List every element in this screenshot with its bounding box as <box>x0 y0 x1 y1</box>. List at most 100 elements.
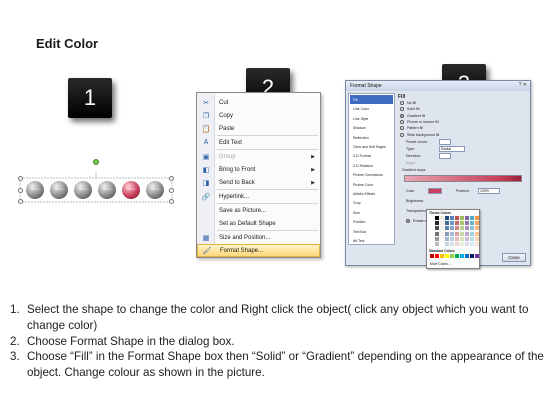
shape-group[interactable]: Text 1 Text 2 Text 3 Text 4 Text 5 Text … <box>18 159 174 204</box>
theme-color-swatch[interactable] <box>455 242 459 246</box>
menu-item-format-shape[interactable]: 🖌 Format Shape... <box>197 244 320 257</box>
theme-color-swatch[interactable] <box>455 221 459 226</box>
menu-item-bring-to-front[interactable]: ◧ Bring to Front ▶ <box>197 163 320 176</box>
category-alt-text[interactable]: Alt Text <box>350 236 393 245</box>
more-colors-link[interactable]: More Colors... <box>430 262 451 266</box>
theme-color-swatch[interactable] <box>445 216 449 220</box>
resize-handle-br[interactable] <box>169 199 174 204</box>
theme-color-swatch[interactable] <box>460 216 464 220</box>
resize-handle-tr[interactable] <box>169 176 174 181</box>
theme-color-swatch[interactable] <box>455 231 459 236</box>
theme-color-swatch[interactable] <box>435 216 439 220</box>
theme-color-swatch[interactable] <box>475 242 479 246</box>
category-artistic-effects[interactable]: Artistic Effects <box>350 189 393 198</box>
theme-color-swatch[interactable] <box>430 216 434 220</box>
theme-color-swatch[interactable] <box>435 236 439 241</box>
theme-color-swatch[interactable] <box>470 242 474 246</box>
theme-color-swatch[interactable] <box>450 226 454 231</box>
close-button[interactable]: Close <box>502 253 526 262</box>
theme-color-swatch[interactable] <box>435 231 439 236</box>
resize-handle-left[interactable] <box>18 188 23 193</box>
standard-color-swatch[interactable] <box>465 254 469 258</box>
rotate-handle[interactable] <box>93 159 99 165</box>
resize-handle-right[interactable] <box>169 188 174 193</box>
sphere-shape-3[interactable]: Text 3 <box>74 181 92 199</box>
menu-item-group[interactable]: ▣ Group ▶ <box>197 150 320 163</box>
position-input[interactable]: 100% <box>478 188 500 194</box>
fill-option-solid-fill[interactable]: Solid fill <box>400 107 419 112</box>
category-3-d-format[interactable]: 3-D Format <box>350 151 393 160</box>
category-text-box[interactable]: Text Box <box>350 227 393 236</box>
theme-color-swatch[interactable] <box>475 231 479 236</box>
theme-color-swatch[interactable] <box>450 242 454 246</box>
theme-color-swatch[interactable] <box>475 236 479 241</box>
preset-colors-dropdown[interactable] <box>439 139 451 145</box>
standard-color-swatch[interactable] <box>475 254 479 258</box>
theme-color-swatch[interactable] <box>440 221 444 226</box>
menu-item-hyperlink[interactable]: 🔗 Hyperlink... <box>197 190 320 203</box>
sphere-shape-1[interactable]: Text 1 <box>26 181 44 199</box>
theme-color-swatch[interactable] <box>445 221 449 226</box>
theme-color-swatch[interactable] <box>460 226 464 231</box>
theme-color-swatch[interactable] <box>430 242 434 246</box>
theme-color-swatch[interactable] <box>460 231 464 236</box>
theme-color-swatch[interactable] <box>455 226 459 231</box>
theme-color-swatch[interactable] <box>475 216 479 220</box>
menu-item-save-as-picture[interactable]: Save as Picture... <box>197 204 320 217</box>
standard-color-swatch[interactable] <box>470 254 474 258</box>
theme-color-swatch[interactable] <box>470 231 474 236</box>
category-line-color[interactable]: Line Color <box>350 104 393 113</box>
theme-color-swatch[interactable] <box>445 242 449 246</box>
theme-color-swatch[interactable] <box>455 236 459 241</box>
theme-color-swatch[interactable] <box>450 236 454 241</box>
dialog-title-buttons[interactable]: ? ✕ <box>519 82 527 88</box>
menu-item-send-to-back[interactable]: ◨ Send to Back ▶ <box>197 176 320 189</box>
standard-color-swatch[interactable] <box>430 254 434 258</box>
gradient-stops-bar[interactable] <box>404 175 522 182</box>
category-line-style[interactable]: Line Style <box>350 114 393 123</box>
theme-color-swatch[interactable] <box>470 236 474 241</box>
category-size[interactable]: Size <box>350 208 393 217</box>
theme-color-swatch[interactable] <box>435 242 439 246</box>
fill-option-pattern-fill[interactable]: Pattern fill <box>400 126 423 131</box>
theme-color-swatch[interactable] <box>470 226 474 231</box>
menu-item-edit-text[interactable]: A Edit Text <box>197 136 320 149</box>
theme-color-swatch[interactable] <box>445 226 449 231</box>
category-picture-corrections[interactable]: Picture Corrections <box>350 170 393 179</box>
theme-color-swatch[interactable] <box>445 231 449 236</box>
sphere-shape-6[interactable]: Text 6 <box>146 181 164 199</box>
theme-color-swatch[interactable] <box>465 216 469 220</box>
fill-option-gradient-fill[interactable]: Gradient fill <box>400 113 425 118</box>
menu-item-paste[interactable]: 📋 Paste <box>197 122 320 135</box>
standard-color-swatch[interactable] <box>460 254 464 258</box>
theme-color-swatch[interactable] <box>475 221 479 226</box>
theme-color-swatch[interactable] <box>475 226 479 231</box>
menu-item-cut[interactable]: ✂ Cut <box>197 96 320 109</box>
theme-color-swatch[interactable] <box>465 236 469 241</box>
category-glow-and-soft-edges[interactable]: Glow and Soft Edges <box>350 142 393 151</box>
theme-color-swatch[interactable] <box>440 216 444 220</box>
theme-color-swatch[interactable] <box>440 242 444 246</box>
theme-color-swatch[interactable] <box>435 226 439 231</box>
theme-color-swatch[interactable] <box>470 216 474 220</box>
theme-color-swatch[interactable] <box>460 242 464 246</box>
category-3-d-rotation[interactable]: 3-D Rotation <box>350 161 393 170</box>
theme-color-swatch[interactable] <box>460 236 464 241</box>
menu-item-set-as-default-shape[interactable]: Set as Default Shape <box>197 217 320 230</box>
fill-option-no-fill[interactable]: No fill <box>400 101 416 105</box>
menu-item-copy[interactable]: ❐ Copy <box>197 109 320 122</box>
theme-color-swatch[interactable] <box>435 221 439 226</box>
theme-color-swatch[interactable] <box>465 242 469 246</box>
theme-color-swatch[interactable] <box>450 231 454 236</box>
category-reflection[interactable]: Reflection <box>350 133 393 142</box>
resize-handle-tl[interactable] <box>18 176 23 181</box>
sphere-shape-5-selected[interactable]: Text 5 <box>122 181 140 199</box>
theme-color-swatch[interactable] <box>440 226 444 231</box>
menu-item-size-and-position[interactable]: ▦ Size and Position... <box>197 231 320 244</box>
theme-color-swatch[interactable] <box>440 231 444 236</box>
theme-color-swatch[interactable] <box>465 221 469 226</box>
standard-color-swatch[interactable] <box>445 254 449 258</box>
theme-color-swatch[interactable] <box>455 216 459 220</box>
category-picture-color[interactable]: Picture Color <box>350 180 393 189</box>
standard-color-swatch[interactable] <box>450 254 454 258</box>
